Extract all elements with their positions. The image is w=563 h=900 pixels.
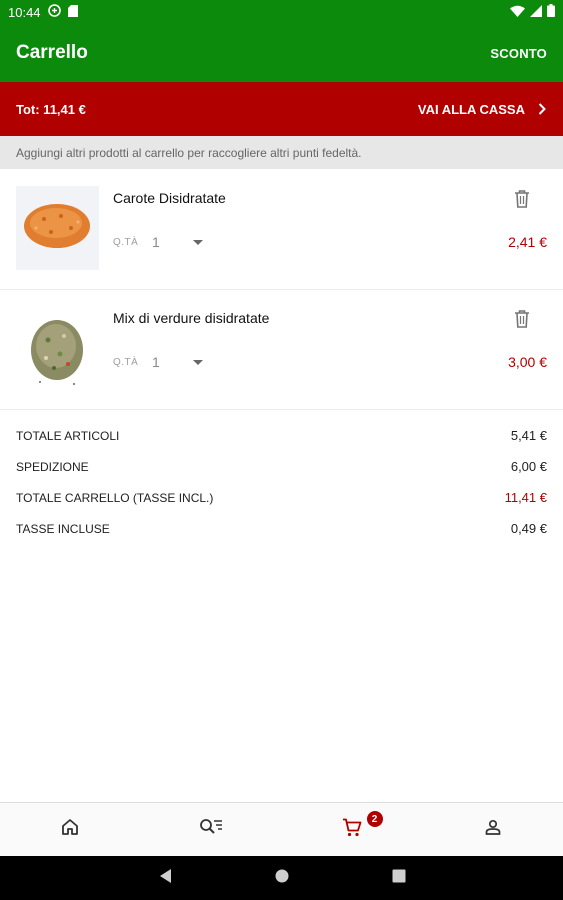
product-name: Carote Disidratate — [113, 190, 226, 206]
wifi-icon — [510, 5, 525, 20]
recents-icon[interactable] — [392, 869, 406, 888]
summary-value: 6,00 € — [510, 459, 547, 474]
dropdown-arrow-icon[interactable] — [193, 360, 203, 365]
quantity-select[interactable]: 1 — [152, 234, 160, 250]
summary-label: TASSE INCLUSE — [16, 521, 110, 536]
bottom-navigation: 2 — [0, 802, 563, 856]
summary-row-taxes: TASSE INCLUSE 0,49 € — [0, 513, 563, 544]
total-bar: Tot: 11,41 € VAI ALLA CASSA — [0, 82, 563, 136]
quantity-label: Q.TÀ — [113, 237, 139, 248]
checkout-button[interactable]: VAI ALLA CASSA — [418, 102, 549, 117]
delete-item-icon[interactable] — [514, 310, 530, 328]
summary-value: 0,49 € — [510, 521, 547, 536]
dropdown-arrow-icon[interactable] — [193, 240, 203, 245]
summary-label: TOTALE CARRELLO (TASSE INCL.) — [16, 490, 214, 505]
nav-account[interactable] — [422, 803, 563, 856]
product-price: 3,00 € — [508, 354, 547, 370]
system-navigation-bar — [0, 856, 563, 900]
summary-label: SPEDIZIONE — [16, 459, 89, 474]
quantity-label: Q.TÀ — [113, 357, 139, 368]
app-bar: Carrello SCONTO — [0, 24, 563, 82]
home-button-icon[interactable] — [274, 868, 290, 889]
search-list-icon — [199, 818, 223, 841]
sd-card-icon — [67, 4, 78, 20]
nav-home[interactable] — [0, 803, 141, 856]
cart-count-badge: 2 — [366, 811, 383, 827]
delete-item-icon[interactable] — [514, 190, 530, 208]
cart-item: Mix di verdure disidratate Q.TÀ 1 3,00 € — [0, 290, 563, 410]
carrot-flakes-image — [16, 186, 99, 270]
chevron-right-icon — [535, 102, 549, 116]
cart-summary: TOTALE ARTICOLI 5,41 € SPEDIZIONE 6,00 €… — [0, 420, 563, 544]
loyalty-info-message: Aggiungi altri prodotti al carrello per … — [0, 136, 563, 169]
cart-total: Tot: 11,41 € — [16, 101, 86, 117]
status-time: 10:44 — [8, 4, 41, 20]
signal-icon — [530, 4, 542, 20]
nav-search[interactable] — [141, 803, 282, 856]
summary-row-shipping: SPEDIZIONE 6,00 € — [0, 451, 563, 482]
cart-icon — [342, 818, 362, 842]
summary-value: 11,41 € — [504, 490, 547, 505]
status-bar: 10:44 — [0, 0, 563, 24]
summary-value: 5,41 € — [510, 428, 547, 443]
account-icon — [485, 819, 501, 840]
cart-item: Carote Disidratate Q.TÀ 1 2,41 € — [0, 170, 563, 290]
sync-icon — [47, 4, 61, 20]
nav-cart[interactable]: 2 — [282, 803, 423, 856]
vegetable-mix-image — [16, 306, 99, 390]
summary-row-cart-total: TOTALE CARRELLO (TASSE INCL.) 11,41 € — [0, 482, 563, 513]
home-icon — [61, 818, 79, 841]
back-icon[interactable] — [158, 868, 172, 889]
discount-button[interactable]: SCONTO — [490, 46, 547, 61]
quantity-select[interactable]: 1 — [152, 354, 160, 370]
battery-icon — [547, 4, 555, 20]
checkout-label: VAI ALLA CASSA — [417, 101, 525, 117]
page-title: Carrello — [16, 42, 88, 63]
summary-row-items-total: TOTALE ARTICOLI 5,41 € — [0, 420, 563, 451]
product-price: 2,41 € — [508, 234, 547, 250]
summary-label: TOTALE ARTICOLI — [16, 428, 120, 443]
product-name: Mix di verdure disidratate — [113, 310, 270, 326]
